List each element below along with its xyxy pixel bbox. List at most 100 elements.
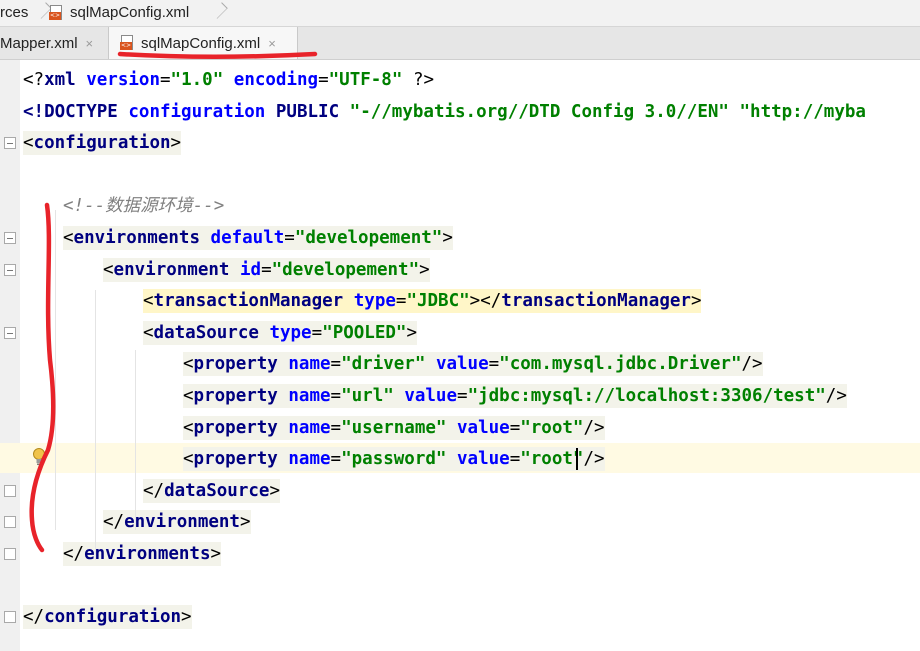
code-line[interactable]: <environment id="developement"> bbox=[0, 254, 920, 284]
code-token: environments bbox=[73, 228, 200, 248]
code-line[interactable]: </configuration> bbox=[0, 601, 920, 631]
code-token: > bbox=[181, 607, 192, 628]
code-token: transactionManager bbox=[501, 291, 691, 312]
code-token: "jdbc:mysql://localhost:3306/test" bbox=[467, 386, 826, 406]
code-line[interactable]: <transactionManager type="JDBC"></transa… bbox=[0, 285, 920, 315]
fold-marker-icon[interactable] bbox=[4, 548, 16, 560]
breadcrumb-separator bbox=[212, 0, 222, 26]
code-text: <!DOCTYPE configuration PUBLIC "-//mybat… bbox=[23, 100, 866, 124]
breadcrumb-separator bbox=[36, 0, 46, 26]
code-line[interactable]: <property name="username" value="root"/> bbox=[0, 412, 920, 442]
fold-marker-icon[interactable] bbox=[4, 137, 16, 150]
code-line[interactable]: <dataSource type="POOLED"> bbox=[0, 317, 920, 347]
code-token: "-//mybatis.org//DTD Config 3.0//EN" bbox=[349, 101, 729, 122]
tab-mapper-xml[interactable]: Mapper.xml × bbox=[0, 27, 104, 59]
code-line[interactable]: </environment> bbox=[0, 506, 920, 536]
code-line[interactable]: <environments default="developement"> bbox=[0, 222, 920, 252]
code-token: "password" bbox=[341, 449, 447, 470]
code-text: <?xml version="1.0" encoding="UTF-8" ?> bbox=[23, 68, 434, 92]
code-line[interactable]: <property name="url" value="jdbc:mysql:/… bbox=[0, 380, 920, 410]
breadcrumb-item-label: rces bbox=[0, 4, 29, 21]
code-text: </configuration> bbox=[23, 605, 192, 630]
breadcrumb-item-resources[interactable]: rces bbox=[0, 0, 28, 26]
breadcrumb: rces <> sqlMapConfig.xml bbox=[0, 0, 920, 27]
code-token: > bbox=[239, 512, 251, 533]
indent-guide bbox=[55, 210, 56, 530]
close-icon[interactable]: × bbox=[86, 36, 94, 51]
code-token: configuration bbox=[128, 101, 266, 122]
code-token: = bbox=[330, 386, 342, 406]
close-icon[interactable]: × bbox=[268, 36, 276, 51]
code-line[interactable]: </environments> bbox=[0, 538, 920, 568]
indent-guide bbox=[95, 290, 96, 560]
code-line[interactable] bbox=[0, 159, 920, 189]
code-token: </ bbox=[143, 480, 165, 501]
code-token: </ bbox=[103, 512, 125, 533]
code-token: </ bbox=[63, 544, 85, 564]
breadcrumb-item-file[interactable]: <> sqlMapConfig.xml bbox=[49, 0, 189, 26]
code-token: id bbox=[240, 259, 262, 280]
fold-marker-icon[interactable] bbox=[4, 263, 16, 276]
text-caret bbox=[576, 448, 578, 471]
xml-file-icon: <> bbox=[120, 35, 135, 51]
code-token: name bbox=[288, 449, 331, 470]
code-text: <environments default="developement"> bbox=[63, 226, 453, 250]
code-text: <property name="url" value="jdbc:mysql:/… bbox=[183, 384, 847, 408]
fold-marker-icon[interactable] bbox=[4, 611, 16, 624]
code-token: = bbox=[330, 354, 342, 375]
code-token: name bbox=[288, 417, 331, 438]
code-token: < bbox=[183, 417, 194, 438]
lightbulb-icon[interactable] bbox=[31, 447, 47, 467]
code-token: transactionManager bbox=[153, 291, 344, 312]
code-line[interactable]: <!--数据源环境--> bbox=[0, 190, 920, 220]
code-text: <!--数据源环境--> bbox=[63, 194, 224, 218]
code-token: environment bbox=[113, 259, 230, 280]
code-token: > bbox=[690, 291, 702, 312]
code-token: /> bbox=[583, 449, 605, 470]
code-token: default bbox=[210, 228, 285, 248]
code-token: "http://myba bbox=[739, 101, 866, 122]
code-token: configuration bbox=[33, 133, 171, 154]
fold-marker-icon[interactable] bbox=[4, 326, 16, 339]
code-token: version bbox=[86, 70, 160, 90]
code-token: = bbox=[318, 70, 329, 90]
code-token: "url" bbox=[341, 386, 394, 406]
fold-marker-icon[interactable] bbox=[4, 484, 16, 497]
code-token: value bbox=[457, 449, 510, 470]
code-line[interactable]: <configuration> bbox=[0, 127, 920, 157]
code-editor[interactable]: <?xml version="1.0" encoding="UTF-8" ?> <… bbox=[0, 60, 920, 651]
code-token: dataSource bbox=[164, 480, 270, 501]
code-token: type bbox=[353, 291, 396, 312]
code-line[interactable] bbox=[0, 570, 920, 600]
fold-marker-icon[interactable] bbox=[4, 232, 16, 244]
code-token: "driver" bbox=[341, 354, 426, 375]
code-line[interactable]: <property name="driver" value="com.mysql… bbox=[0, 348, 920, 378]
code-line[interactable]: <!DOCTYPE configuration PUBLIC "-//mybat… bbox=[0, 96, 920, 126]
tab-label: sqlMapConfig.xml bbox=[141, 34, 261, 52]
code-token: property bbox=[193, 386, 278, 406]
code-token: xml bbox=[44, 70, 76, 90]
fold-marker-icon[interactable] bbox=[4, 516, 16, 529]
code-token: <!DOCTYPE bbox=[23, 101, 118, 122]
code-token: property bbox=[193, 354, 278, 375]
code-token: encoding bbox=[233, 70, 319, 90]
tab-sqlmapconfig-xml[interactable]: <> sqlMapConfig.xml × bbox=[108, 27, 298, 59]
code-token: < bbox=[183, 386, 194, 406]
code-line[interactable]: <property name="password" value="root"/> bbox=[0, 443, 920, 474]
code-token: = bbox=[509, 417, 521, 438]
code-token: "POOLED" bbox=[322, 322, 407, 343]
code-token: "root" bbox=[520, 417, 584, 438]
code-token: < bbox=[183, 354, 194, 375]
code-line[interactable]: </dataSource> bbox=[0, 475, 920, 505]
code-text: <transactionManager type="JDBC"></transa… bbox=[143, 289, 702, 314]
code-comment: <!--数据源环境--> bbox=[63, 196, 225, 217]
code-token: = bbox=[488, 354, 500, 375]
code-line[interactable]: <?xml version="1.0" encoding="UTF-8" ?> bbox=[0, 64, 920, 94]
